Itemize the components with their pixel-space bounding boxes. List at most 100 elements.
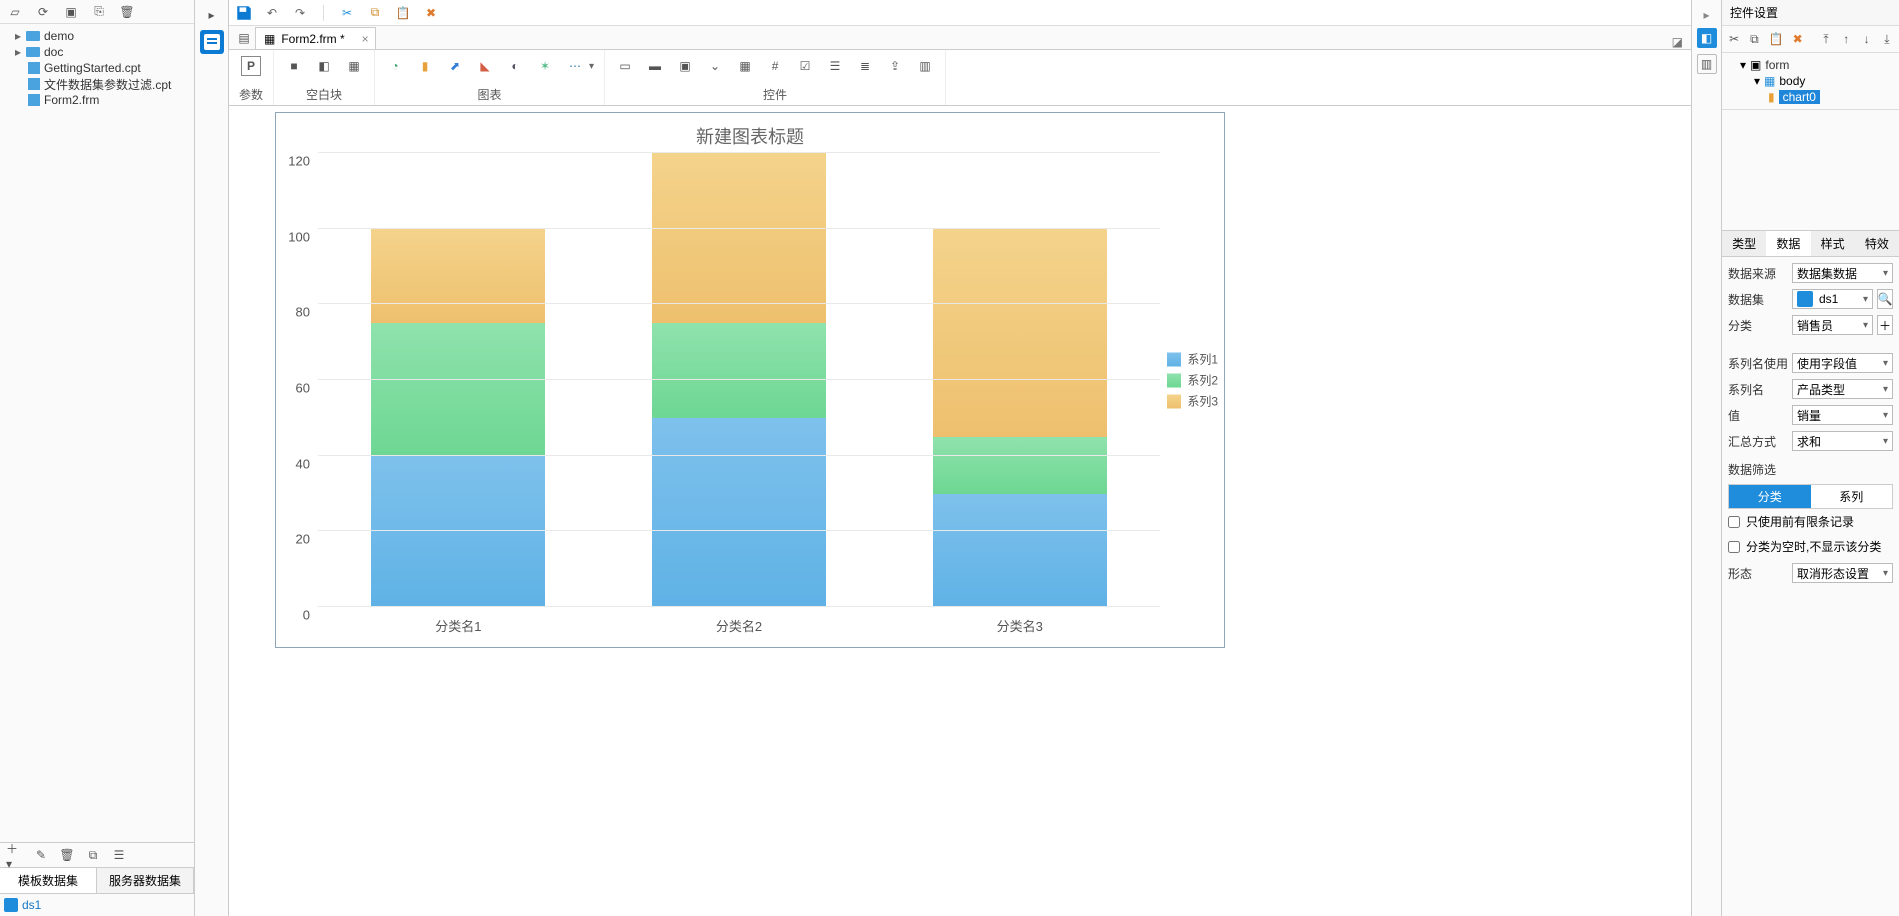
chart-widget[interactable]: 新建图表标题 020406080100120 分类名1分类名2分类名3 系列1系… xyxy=(275,112,1225,648)
series-name-use-select[interactable]: 使用字段值▾ xyxy=(1792,353,1893,373)
pie-chart-icon[interactable]: ◔ xyxy=(385,56,405,76)
locate-icon[interactable]: ⎘ xyxy=(90,3,108,21)
copy-dataset-icon[interactable]: ⧉ xyxy=(84,846,102,864)
bar-slot xyxy=(879,155,1160,607)
doc-tab-form2[interactable]: ▦ Form2.frm * × xyxy=(255,27,376,49)
folder-doc[interactable]: ▸doc xyxy=(0,44,194,60)
frm-file-icon xyxy=(28,94,40,106)
refresh-icon[interactable]: ⟳ xyxy=(34,3,52,21)
category-add-button[interactable]: ＋ xyxy=(1877,315,1893,335)
expand-right-icon[interactable]: ▸ xyxy=(1703,8,1709,22)
other-panel-chip[interactable]: ▥ xyxy=(1697,54,1717,74)
combobox-widget-icon[interactable]: ⌄ xyxy=(705,56,725,76)
label-widget-icon[interactable]: ▬ xyxy=(645,56,665,76)
edit-dataset-icon[interactable]: ✎ xyxy=(32,846,50,864)
filter-tab-category[interactable]: 分类 xyxy=(1729,485,1811,508)
y-tick-label: 60 xyxy=(296,381,310,396)
paste-icon[interactable]: 📋 xyxy=(394,4,412,22)
data-source-select[interactable]: 数据集数据▾ xyxy=(1792,263,1893,283)
series-name-select[interactable]: 产品类型▾ xyxy=(1792,379,1893,399)
move-down-icon[interactable]: ↓ xyxy=(1860,30,1872,48)
folder-demo[interactable]: ▸demo xyxy=(0,28,194,44)
redo-icon[interactable]: ↷ xyxy=(291,4,309,22)
cut-icon[interactable]: ✂ xyxy=(338,4,356,22)
tree-node-form[interactable]: ▾▣form xyxy=(1728,57,1893,73)
tab-type[interactable]: 类型 xyxy=(1722,231,1766,256)
delete-icon[interactable]: 🗑 xyxy=(118,3,136,21)
copy-icon[interactable]: ⧉ xyxy=(366,4,384,22)
area-chart-icon[interactable]: ◣ xyxy=(475,56,495,76)
line-chart-icon[interactable]: ⬈ xyxy=(445,56,465,76)
aggregate-select[interactable]: 求和▾ xyxy=(1792,431,1893,451)
remove-dataset-icon[interactable]: 🗑 xyxy=(58,846,76,864)
button-widget-icon[interactable]: ▣ xyxy=(675,56,695,76)
document-tab-strip: ▤ ▦ Form2.frm * × ◪ xyxy=(229,26,1691,50)
gauge-chart-icon[interactable]: ◐ xyxy=(505,56,525,76)
delete-icon[interactable]: ✖ xyxy=(1792,30,1804,48)
file-widget-icon[interactable]: ⇪ xyxy=(885,56,905,76)
tab-template-dataset[interactable]: 模板数据集 xyxy=(0,868,97,893)
parameter-icon[interactable]: P xyxy=(241,56,261,76)
chevron-down-icon[interactable]: ▾ xyxy=(589,61,594,72)
dataset-search-button[interactable]: 🔍 xyxy=(1877,289,1893,309)
value-select[interactable]: 销量▾ xyxy=(1792,405,1893,425)
file-form2[interactable]: Form2.frm xyxy=(0,92,194,108)
design-canvas[interactable]: 新建图表标题 020406080100120 分类名1分类名2分类名3 系列1系… xyxy=(229,106,1691,916)
scatter-chart-icon[interactable]: ⋯ xyxy=(565,56,585,76)
checkbox-topn[interactable]: 只使用前有限条记录 xyxy=(1722,509,1899,534)
grid-block-icon[interactable]: ▦ xyxy=(344,56,364,76)
dataset-select[interactable]: ds1▾ xyxy=(1792,289,1873,309)
checkbox-hide-empty[interactable]: 分类为空时,不显示该分类 xyxy=(1722,534,1899,559)
paste-icon[interactable]: 📋 xyxy=(1769,30,1784,48)
add-dataset-icon[interactable]: ＋▾ xyxy=(6,846,24,864)
collapse-icon[interactable]: ▣ xyxy=(62,3,80,21)
delete-icon[interactable]: ✖ xyxy=(422,4,440,22)
undo-icon[interactable]: ↶ xyxy=(263,4,281,22)
grid-line xyxy=(318,455,1160,456)
move-up-icon[interactable]: ↑ xyxy=(1840,30,1852,48)
tree-widget-icon[interactable]: ☰ xyxy=(825,56,845,76)
tab-block-icon[interactable]: ◧ xyxy=(314,56,334,76)
cut-icon[interactable]: ✂ xyxy=(1728,30,1740,48)
tab-list-icon[interactable]: ▤ xyxy=(235,29,253,47)
tab-server-dataset[interactable]: 服务器数据集 xyxy=(97,868,194,893)
grid-line xyxy=(318,303,1160,304)
close-icon[interactable]: × xyxy=(362,32,369,46)
filter-tab-series[interactable]: 系列 xyxy=(1811,485,1893,508)
form-mode-icon[interactable] xyxy=(200,30,224,54)
absolute-block-icon[interactable]: ■ xyxy=(284,56,304,76)
dataset-item-ds1[interactable]: ds1 xyxy=(4,898,190,912)
shape-select[interactable]: 取消形态设置▾ xyxy=(1792,563,1893,583)
filter-section-title: 数据筛选 xyxy=(1722,453,1899,480)
preview-dataset-icon[interactable]: ☰ xyxy=(110,846,128,864)
widget-tree: ▾▣form ▾▦body ▮chart0 xyxy=(1722,53,1899,110)
grid-line xyxy=(318,606,1160,607)
tab-data[interactable]: 数据 xyxy=(1766,231,1810,256)
checkbox-input[interactable] xyxy=(1728,516,1740,528)
file-filter[interactable]: 文件数据集参数过滤.cpt xyxy=(0,76,194,92)
widget-settings-chip[interactable]: ◧ xyxy=(1697,28,1717,48)
number-widget-icon[interactable]: # xyxy=(765,56,785,76)
checkbox-widget-icon[interactable]: ☑ xyxy=(795,56,815,76)
gutter-search-icon[interactable]: ▸ xyxy=(203,6,221,24)
textbox-widget-icon[interactable]: ▭ xyxy=(615,56,635,76)
radar-chart-icon[interactable]: ✶ xyxy=(535,56,555,76)
tab-overflow-icon[interactable]: ◪ xyxy=(1672,35,1683,49)
new-file-icon[interactable]: ▱ xyxy=(6,3,24,21)
more-widget-icon[interactable]: ▥ xyxy=(915,56,935,76)
file-gettingstarted[interactable]: GettingStarted.cpt xyxy=(0,60,194,76)
checkbox-input[interactable] xyxy=(1728,541,1740,553)
date-widget-icon[interactable]: ▦ xyxy=(735,56,755,76)
tab-style[interactable]: 样式 xyxy=(1811,231,1855,256)
tree-node-chart0[interactable]: ▮chart0 xyxy=(1728,89,1893,105)
copy-icon[interactable]: ⧉ xyxy=(1748,30,1760,48)
tab-effect[interactable]: 特效 xyxy=(1855,231,1899,256)
tree-node-body[interactable]: ▾▦body xyxy=(1728,73,1893,89)
move-top-icon[interactable]: ⤒ xyxy=(1820,30,1832,48)
list-widget-icon[interactable]: ≣ xyxy=(855,56,875,76)
bar-chart-icon[interactable]: ▮ xyxy=(415,56,435,76)
save-icon[interactable] xyxy=(235,4,253,22)
explorer-toolbar: ▱ ⟳ ▣ ⎘ 🗑 xyxy=(0,0,194,24)
category-select[interactable]: 销售员▾ xyxy=(1792,315,1873,335)
move-bottom-icon[interactable]: ⤓ xyxy=(1881,30,1893,48)
